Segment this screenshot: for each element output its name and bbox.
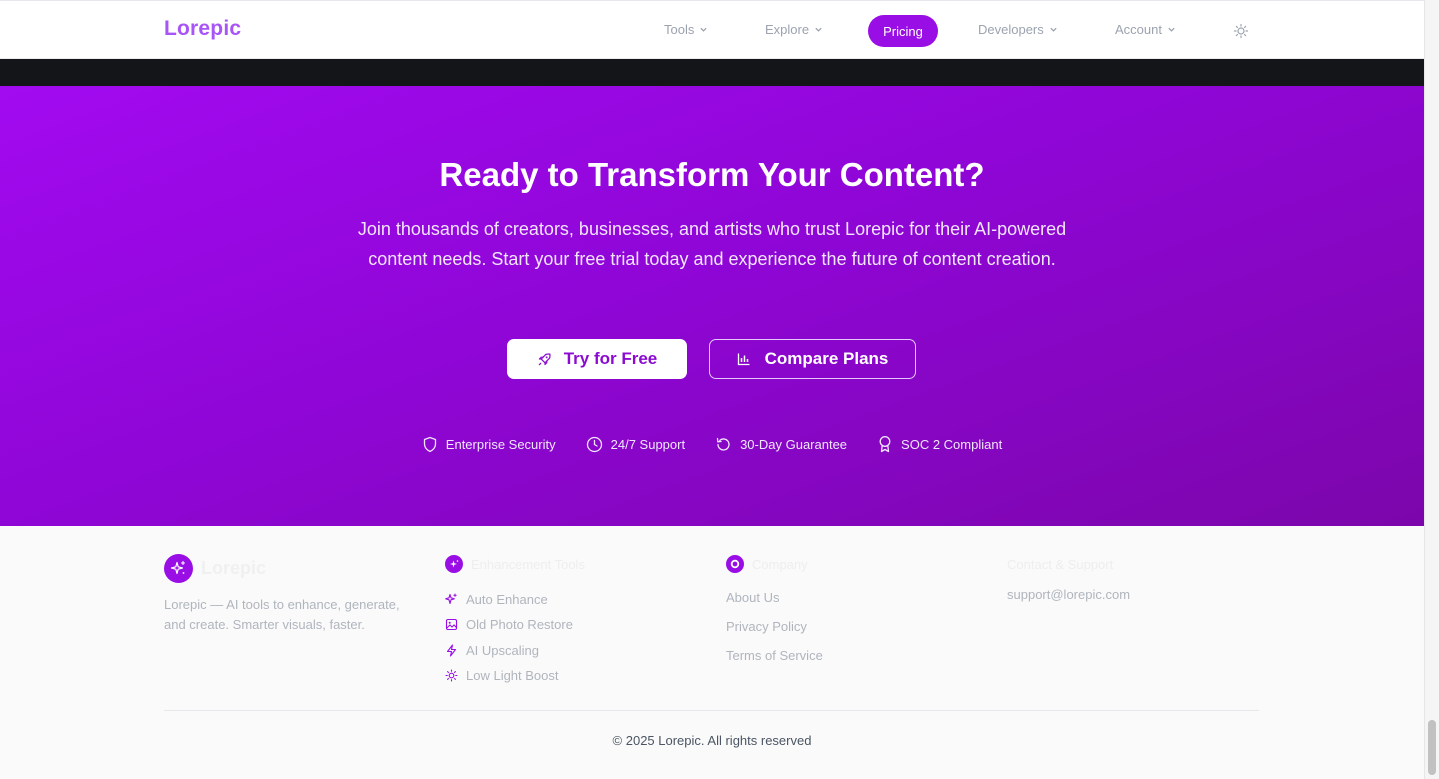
footer-divider (164, 710, 1259, 711)
hero-title: Ready to Transform Your Content? (439, 156, 985, 193)
scrollbar-thumb[interactable] (1428, 720, 1436, 775)
footer-brand-name[interactable]: Lorepic (201, 558, 266, 579)
badge-enterprise-security: Enterprise Security (422, 435, 556, 453)
footer-description: Lorepic — AI tools to enhance, generate,… (164, 597, 400, 632)
footer-link-about-us[interactable]: About Us (726, 590, 823, 619)
top-navbar: Lorepic Tools Explore Pricing Developers… (0, 0, 1424, 59)
compare-plans-button[interactable]: Compare Plans (709, 339, 916, 379)
footer-support-email[interactable]: support@lorepic.com (1007, 587, 1130, 616)
nav-developers[interactable]: Developers (978, 22, 1058, 37)
footer-brand: Lorepic Lorepic — AI tools to enhance, g… (164, 554, 414, 635)
trust-badges: Enterprise Security 24/7 Support 30-Day … (0, 435, 1424, 453)
image-icon (445, 619, 458, 631)
badge-soc2: SOC 2 Compliant (877, 435, 1002, 453)
nav-pricing[interactable]: Pricing (868, 15, 938, 47)
badge-label: SOC 2 Compliant (901, 436, 1003, 452)
bar-chart-icon (737, 353, 750, 366)
footer-link-label: AI Upscaling (466, 642, 539, 658)
chevron-down-icon (815, 27, 822, 32)
bolt-icon (446, 644, 457, 657)
compare-plans-label: Compare Plans (764, 349, 889, 368)
badge-label: 30-Day Guarantee (740, 436, 848, 452)
nav-tools[interactable]: Tools (664, 22, 708, 37)
footer-contact: Contact & Support support@lorepic.com (1007, 556, 1130, 616)
footer-link-label: Low Light Boost (466, 668, 559, 684)
nav-explore[interactable]: Explore (765, 22, 823, 37)
footer: Lorepic Lorepic — AI tools to enhance, g… (0, 526, 1424, 779)
scrollbar-track[interactable] (1424, 0, 1439, 779)
footer-link-label: Old Photo Restore (466, 617, 573, 633)
sparkles-icon (445, 593, 457, 605)
badge-support: 24/7 Support (586, 435, 685, 453)
footer-link-ai-upscaling[interactable]: AI Upscaling (445, 638, 585, 663)
badge-label: 24/7 Support (610, 436, 686, 452)
cta-hero: Ready to Transform Your Content? Join th… (0, 86, 1424, 526)
circle-dot-icon (726, 555, 744, 573)
refresh-icon (716, 437, 730, 451)
footer-enhancement-tools: Enhancement Tools Auto Enhance Old Photo… (445, 555, 585, 688)
badge-label: Enterprise Security (445, 436, 556, 452)
award-icon (879, 436, 891, 453)
hero-subtitle: Join thousands of creators, businesses, … (357, 219, 1067, 269)
footer-link-low-light-boost[interactable]: Low Light Boost (445, 663, 585, 688)
copyright: © 2025 Lorepic. All rights reserved (612, 733, 812, 748)
nav-account-label: Account (1115, 22, 1162, 37)
footer-company-heading: Company (752, 556, 808, 572)
chevron-down-icon (1168, 27, 1175, 32)
footer-link-terms-of-service[interactable]: Terms of Service (726, 648, 823, 677)
section-divider-band (0, 59, 1424, 86)
sun-icon[interactable] (1233, 23, 1249, 39)
footer-link-old-photo-restore[interactable]: Old Photo Restore (445, 612, 585, 637)
try-for-free-button[interactable]: Try for Free (507, 339, 687, 379)
chevron-down-icon (700, 27, 708, 32)
sparkles-icon (445, 555, 463, 573)
sparkles-logo-icon (164, 554, 193, 583)
logo[interactable]: Lorepic (164, 17, 241, 41)
sun-icon (445, 669, 458, 682)
nav-tools-label: Tools (664, 22, 695, 37)
footer-enhancement-heading: Enhancement Tools (471, 556, 585, 572)
footer-link-label: Auto Enhance (466, 592, 548, 608)
rocket-icon (538, 352, 551, 365)
chevron-down-icon (1050, 27, 1057, 32)
clock-icon (586, 436, 602, 452)
nav-account[interactable]: Account (1115, 22, 1176, 37)
try-for-free-label: Try for Free (563, 349, 658, 368)
nav-explore-label: Explore (765, 22, 810, 37)
badge-guarantee: 30-Day Guarantee (715, 435, 847, 453)
footer-link-privacy-policy[interactable]: Privacy Policy (726, 619, 823, 648)
footer-link-auto-enhance[interactable]: Auto Enhance (445, 587, 585, 612)
footer-contact-heading: Contact & Support (1007, 556, 1114, 572)
nav-developers-label: Developers (978, 22, 1044, 37)
shield-icon (423, 436, 436, 452)
footer-company: Company About Us Privacy Policy Terms of… (726, 555, 823, 677)
